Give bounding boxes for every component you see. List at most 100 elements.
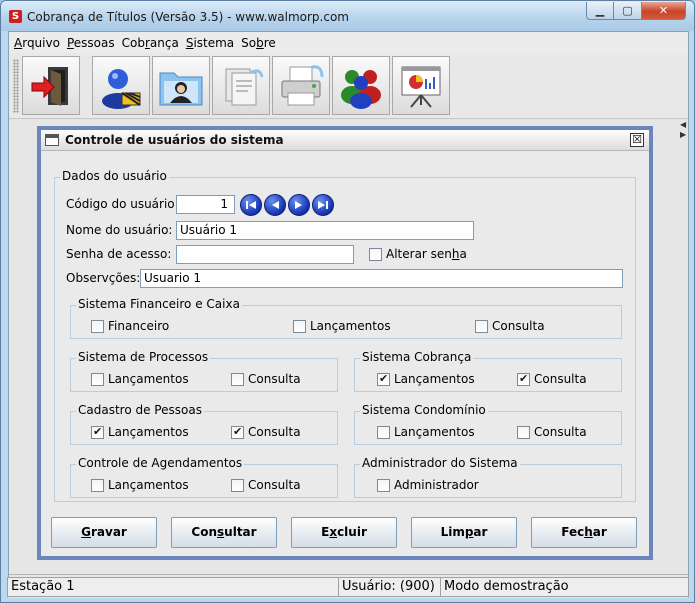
users-button[interactable] — [92, 56, 150, 115]
desktop-pane: ◀ ▶ Controle de usuários do sistema ☒ Dad… — [9, 120, 688, 574]
admin-checkbox[interactable]: Administrador — [377, 478, 479, 492]
financial-entries-box[interactable] — [293, 319, 306, 333]
first-icon — [246, 201, 256, 209]
scheduling-legend: Controle de Agendamentos — [76, 456, 245, 470]
name-field[interactable]: Usuário 1 — [176, 221, 474, 240]
application-window: S Cobrança de Títulos (Versão 3.5) - www… — [0, 0, 695, 603]
condominium-entries-box[interactable] — [377, 425, 390, 439]
clear-button[interactable]: Limpar — [411, 517, 517, 548]
documents-button[interactable] — [212, 56, 270, 115]
close-button[interactable]: ✕ — [642, 2, 686, 20]
presentation-chart-icon — [401, 66, 441, 108]
processes-entries-box[interactable] — [91, 372, 104, 386]
financial-query-box[interactable] — [475, 319, 488, 333]
processes-group: Sistema de Processos Lançamentos Consult… — [70, 350, 338, 392]
save-button[interactable]: Gravar — [51, 517, 157, 548]
next-icon — [295, 201, 302, 209]
exit-button[interactable] — [22, 56, 80, 115]
delete-button[interactable]: Excluir — [291, 517, 397, 548]
people-entries-box[interactable] — [91, 425, 104, 439]
desktop-scroll-arrows[interactable]: ◀ ▶ — [680, 120, 688, 150]
people-button[interactable] — [152, 56, 210, 115]
last-record-button[interactable] — [312, 194, 334, 216]
billing-entries-checkbox[interactable]: Lançamentos — [377, 372, 475, 386]
user-data-legend: Dados do usuário — [60, 169, 169, 183]
users-group-icon — [341, 69, 381, 109]
admin-box[interactable] — [377, 478, 390, 492]
frame-title-bar[interactable]: Controle de usuários do sistema ☒ — [41, 130, 649, 151]
condominium-query-box[interactable] — [517, 425, 530, 439]
first-record-button[interactable] — [240, 194, 262, 216]
record-navigator — [240, 194, 336, 216]
people-query-box[interactable] — [231, 425, 244, 439]
condominium-entries-checkbox[interactable]: Lançamentos — [377, 425, 475, 439]
financial-query-checkbox[interactable]: Consulta — [475, 319, 545, 333]
code-field[interactable]: 1 — [176, 195, 235, 214]
next-record-button[interactable] — [288, 194, 310, 216]
title-bar[interactable]: S Cobrança de Títulos (Versão 3.5) - www… — [1, 1, 694, 31]
printer-icon — [281, 64, 324, 105]
groups-button[interactable] — [332, 56, 390, 115]
previous-record-button[interactable] — [264, 194, 286, 216]
password-label: Senha de acesso: — [66, 247, 172, 261]
user-data-group: Dados do usuário Código do usuário: 1 No… — [54, 169, 636, 502]
billing-group: Sistema Cobrança Lançamentos Consulta — [354, 350, 622, 392]
minimize-button[interactable]: ▁ — [586, 2, 614, 20]
condominium-legend: Sistema Condomínio — [360, 403, 488, 417]
processes-query-box[interactable] — [231, 372, 244, 386]
billing-query-box[interactable] — [517, 372, 530, 386]
billing-query-checkbox[interactable]: Consulta — [517, 372, 587, 386]
condominium-query-checkbox[interactable]: Consulta — [517, 425, 587, 439]
menu-sobre[interactable]: Sobre — [240, 36, 282, 50]
processes-legend: Sistema de Processos — [76, 350, 211, 364]
client-area: Arquivo Pessoas Cobrança Sistema Sobre ◀… — [7, 31, 689, 598]
financial-legend: Sistema Financeiro e Caixa — [76, 297, 242, 311]
documents-icon — [225, 68, 264, 105]
scheduling-entries-checkbox[interactable]: Lançamentos — [91, 478, 189, 492]
toolbar-grip[interactable] — [13, 59, 19, 113]
window-title: Cobrança de Títulos (Versão 3.5) - www.w… — [27, 10, 349, 24]
status-mode: Modo demostração — [440, 577, 689, 597]
maximize-button[interactable]: ▢ — [614, 2, 642, 20]
scheduling-entries-box[interactable] — [91, 478, 104, 492]
processes-query-checkbox[interactable]: Consulta — [231, 372, 301, 386]
people-registry-legend: Cadastro de Pessoas — [76, 403, 204, 417]
toolbar — [9, 53, 688, 119]
financial-checkbox[interactable]: Financeiro — [91, 319, 169, 333]
previous-icon — [272, 201, 279, 209]
app-icon: S — [9, 10, 22, 23]
menu-cobranca[interactable]: Cobrança — [121, 36, 185, 50]
close-form-button[interactable]: Fechar — [531, 517, 637, 548]
menu-arquivo[interactable]: Arquivo — [13, 36, 66, 50]
financial-box[interactable] — [91, 319, 104, 333]
print-button[interactable] — [272, 56, 330, 115]
query-button[interactable]: Consultar — [171, 517, 277, 548]
people-folder-icon — [159, 72, 203, 105]
menu-sistema[interactable]: Sistema — [185, 36, 240, 50]
change-password-checkbox[interactable]: Alterar senha — [369, 247, 467, 261]
processes-entries-checkbox[interactable]: Lançamentos — [91, 372, 189, 386]
notes-field[interactable]: Usuario 1 — [140, 269, 623, 288]
billing-legend: Sistema Cobrança — [360, 350, 474, 364]
frame-close-button[interactable]: ☒ — [630, 133, 644, 147]
admin-group: Administrador do Sistema Administrador — [354, 456, 622, 498]
menu-bar: Arquivo Pessoas Cobrança Sistema Sobre — [9, 32, 688, 53]
exit-door-icon — [31, 66, 68, 106]
password-field[interactable] — [176, 245, 354, 264]
scheduling-query-checkbox[interactable]: Consulta — [231, 478, 301, 492]
people-entries-checkbox[interactable]: Lançamentos — [91, 425, 189, 439]
financial-entries-checkbox[interactable]: Lançamentos — [293, 319, 391, 333]
admin-legend: Administrador do Sistema — [360, 456, 520, 470]
presentation-button[interactable] — [392, 56, 450, 115]
notes-label: Observções: — [66, 271, 141, 285]
billing-entries-box[interactable] — [377, 372, 390, 386]
financial-group: Sistema Financeiro e Caixa Financeiro La… — [70, 297, 622, 339]
change-password-box[interactable] — [369, 247, 382, 261]
frame-window-icon — [45, 134, 59, 146]
status-user: Usuário: (900) U — [338, 577, 442, 597]
people-query-checkbox[interactable]: Consulta — [231, 425, 301, 439]
condominium-group: Sistema Condomínio Lançamentos Consulta — [354, 403, 622, 445]
menu-pessoas[interactable]: Pessoas — [66, 36, 121, 50]
status-bar: Estação 1 Usuário: (900) U Modo demostra… — [7, 574, 689, 598]
scheduling-query-box[interactable] — [231, 478, 244, 492]
